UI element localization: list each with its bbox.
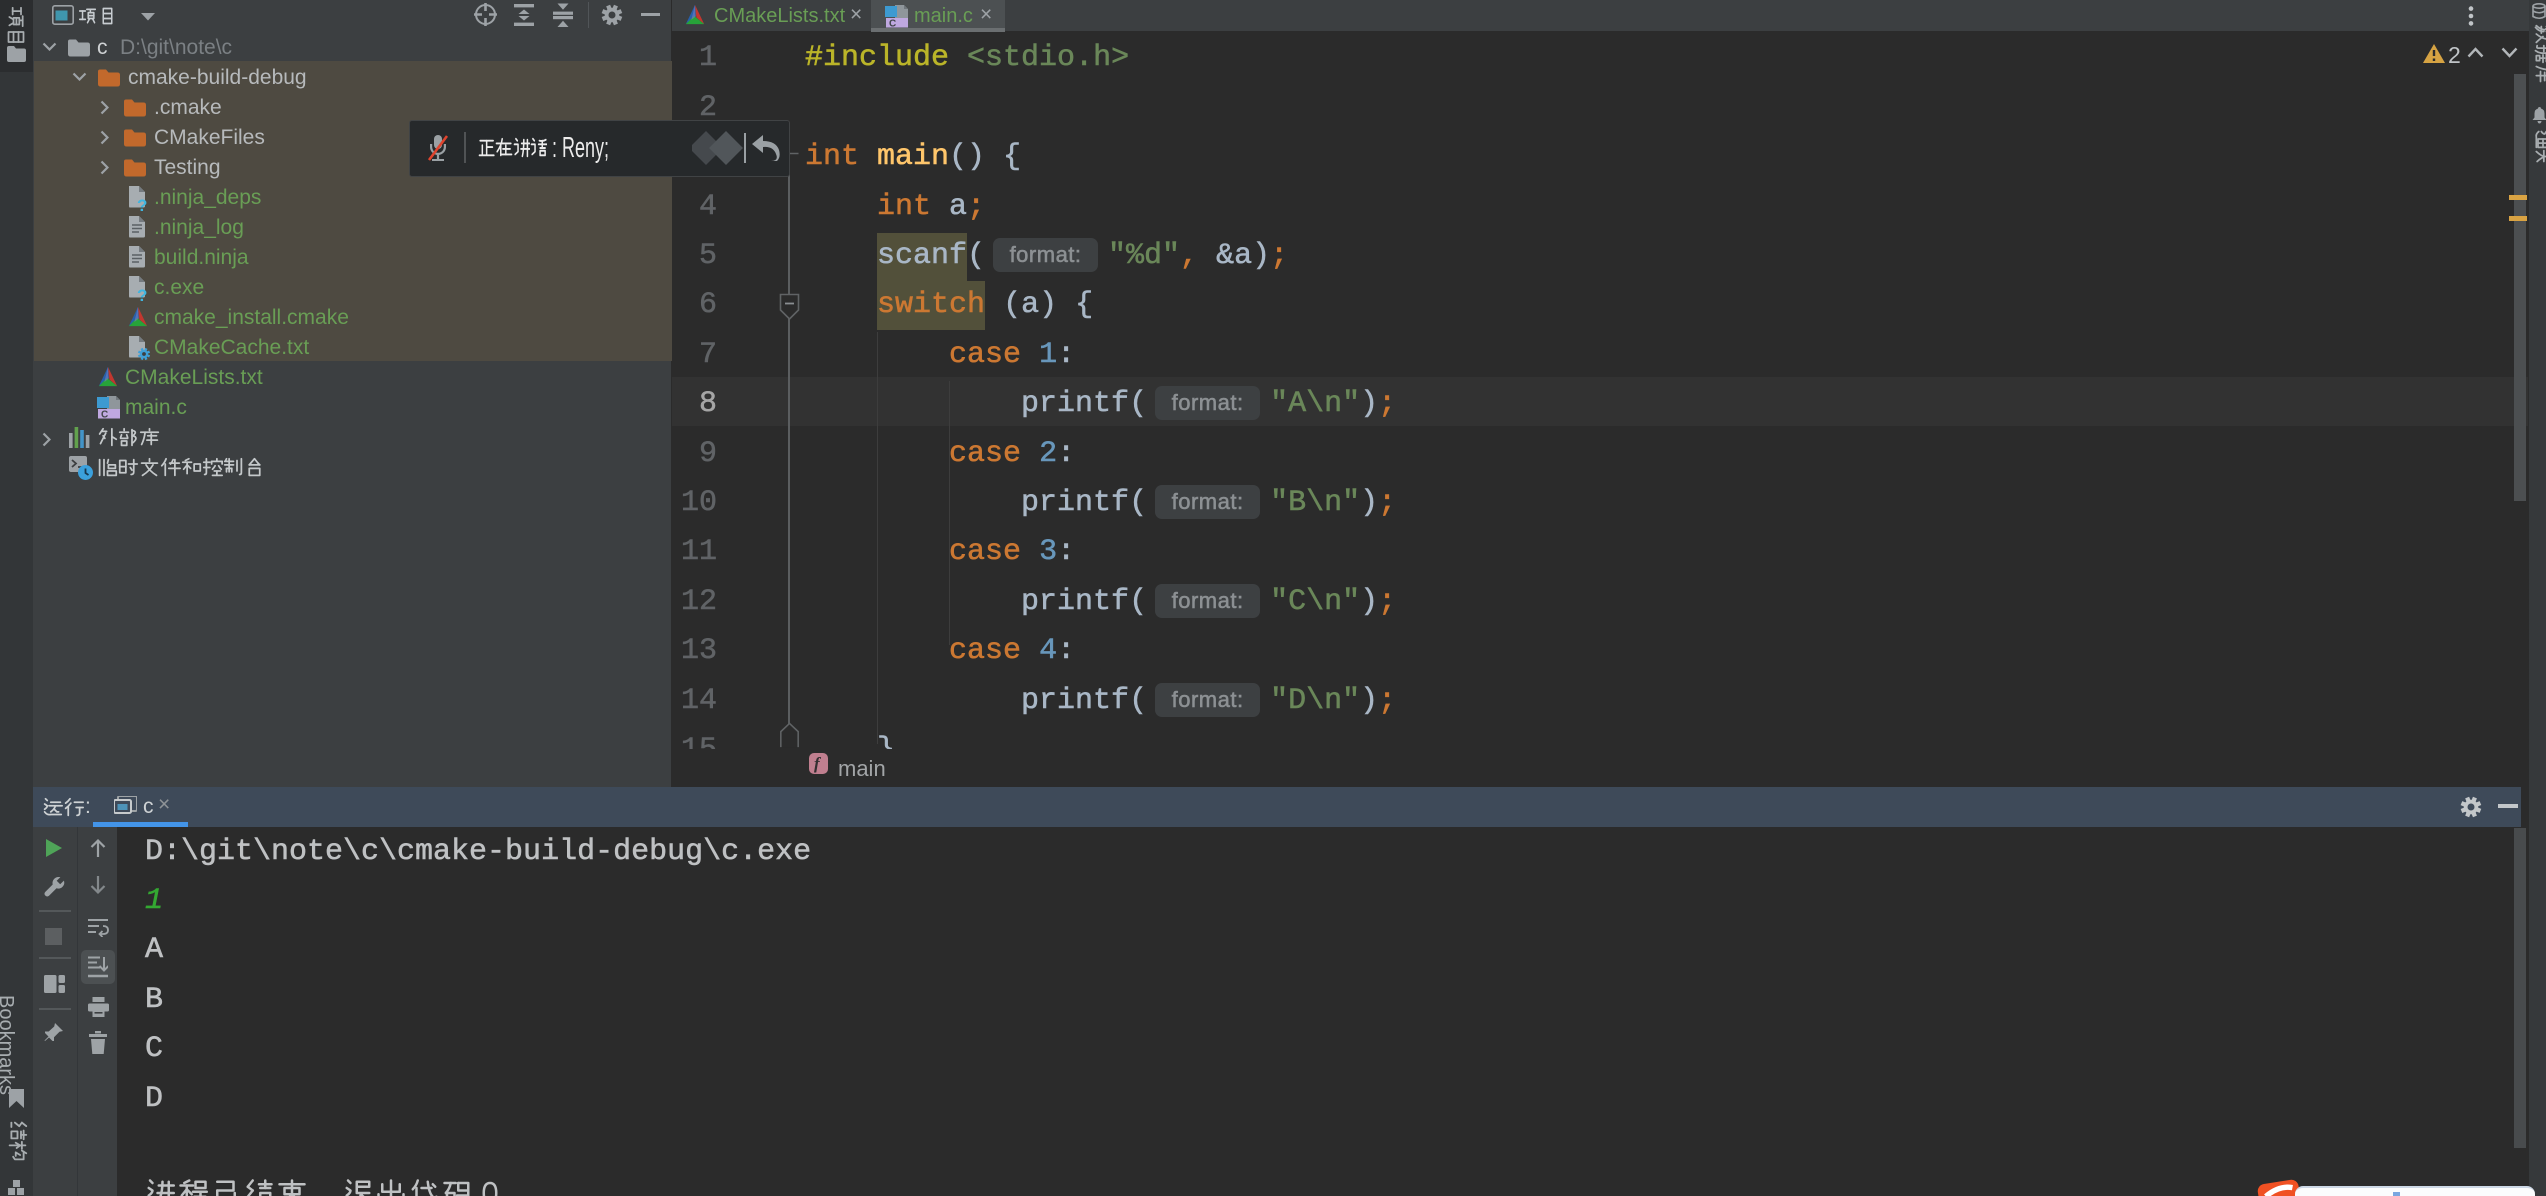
- svg-text:C: C: [101, 410, 108, 420]
- svg-text:C: C: [889, 19, 896, 29]
